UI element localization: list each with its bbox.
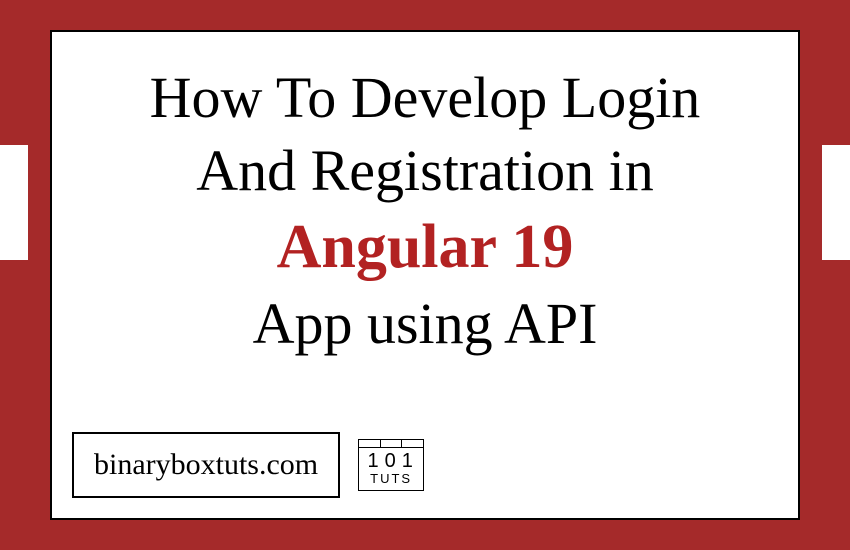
title-line-2: And Registration in xyxy=(82,135,768,208)
title-highlight: Angular 19 xyxy=(82,207,768,288)
site-name: binaryboxtuts.com xyxy=(72,432,340,498)
decorative-notch-right xyxy=(822,145,850,260)
content-box: How To Develop Login And Registration in… xyxy=(50,30,800,520)
logo-text: TUTS xyxy=(359,472,423,489)
title-line-4: App using API xyxy=(82,288,768,361)
title-line-1: How To Develop Login xyxy=(82,62,768,135)
logo-box: 101 TUTS xyxy=(358,439,424,490)
outer-frame: How To Develop Login And Registration in… xyxy=(0,0,850,550)
decorative-notch-left xyxy=(0,145,28,260)
logo-binary-icon xyxy=(359,440,423,448)
footer: binaryboxtuts.com 101 TUTS xyxy=(72,432,424,498)
title-container: How To Develop Login And Registration in… xyxy=(52,32,798,360)
logo-number: 101 xyxy=(359,448,423,472)
